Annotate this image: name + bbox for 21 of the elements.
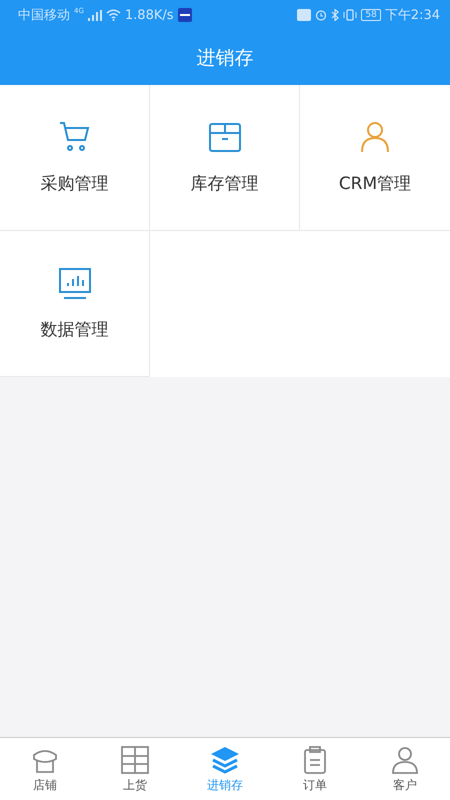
app-notification-icon xyxy=(178,8,192,22)
alarm-icon xyxy=(315,9,328,21)
module-tile[interactable]: 数据管理 xyxy=(0,231,150,377)
page-title: 进销存 xyxy=(196,46,254,70)
tab-bar-item[interactable]: 店铺 xyxy=(0,738,90,800)
signal-icon xyxy=(88,10,102,20)
battery-indicator: 58 xyxy=(361,9,381,21)
network-speed: 1.88K/s xyxy=(124,8,174,22)
layers-icon xyxy=(210,744,240,774)
shelf-icon xyxy=(120,744,150,774)
module-tile[interactable]: 采购管理 xyxy=(0,85,150,231)
user-icon xyxy=(390,744,420,774)
vibrate-icon xyxy=(343,9,358,21)
wifi-icon xyxy=(106,9,121,21)
tab-bar-item[interactable]: 上货 xyxy=(90,738,180,800)
tab-bar-item[interactable]: 客户 xyxy=(360,738,450,800)
clock-text: 下午2:34 xyxy=(384,7,440,24)
tab-bar-item[interactable]: 订单 xyxy=(270,738,360,800)
bluetooth-icon xyxy=(331,9,340,21)
carrier-text: 中国移动 xyxy=(18,7,70,24)
module-tile[interactable]: 库存管理 xyxy=(150,85,300,231)
